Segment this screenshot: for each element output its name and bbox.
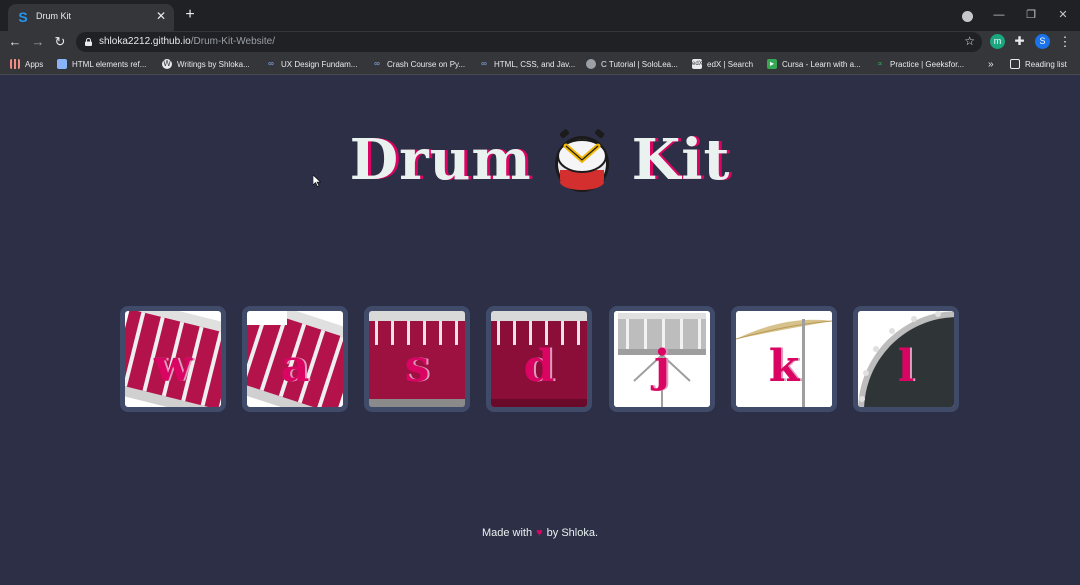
bookmark-html-css-js[interactable]: ∞ HTML, CSS, and Jav... xyxy=(479,58,575,70)
close-window-icon[interactable]: ✕ xyxy=(1055,7,1071,23)
bookmark-writings[interactable]: W Writings by Shloka... xyxy=(162,58,250,70)
minimize-icon[interactable]: — xyxy=(991,7,1007,23)
drum-button-d[interactable]: d xyxy=(486,306,592,412)
heart-icon: ♥ xyxy=(536,527,543,539)
tab-title: Drum Kit xyxy=(36,11,72,21)
bookmark-c-tutorial[interactable]: C Tutorial | SoloLea... xyxy=(586,58,678,70)
profile-avatar[interactable]: S xyxy=(1035,34,1050,49)
more-bookmarks-icon[interactable]: » xyxy=(988,58,994,70)
drum-set: w a s d j k l xyxy=(120,306,960,412)
forward-icon[interactable]: → xyxy=(30,34,46,50)
page-title: Drum Kit xyxy=(0,120,1080,200)
drum-key-a: a xyxy=(280,341,310,392)
edx-icon: edX xyxy=(692,59,703,69)
url-text: shloka2212.github.io/Drum-Kit-Website/ xyxy=(99,36,276,47)
footer-text-before: Made with xyxy=(481,527,533,539)
new-tab-button[interactable]: + xyxy=(182,7,198,23)
gfg-icon: ∝ xyxy=(877,59,883,68)
drum-key-k: k xyxy=(768,341,800,392)
tab-strip: S Drum Kit ✕ + — ❐ ✕ xyxy=(0,0,1080,31)
bookmark-favicon-icon xyxy=(57,59,67,69)
bookmark-edx[interactable]: edX edX | Search xyxy=(692,58,753,70)
mouse-cursor-icon xyxy=(313,175,321,187)
drum-key-l: l xyxy=(897,341,915,392)
drum-button-l[interactable]: l xyxy=(853,306,959,412)
drum-button-j[interactable]: j xyxy=(609,306,715,412)
bookmark-apps[interactable]: Apps xyxy=(10,58,43,70)
drum-key-d: d xyxy=(523,341,555,392)
drum-button-s[interactable]: s xyxy=(364,306,470,412)
lock-icon xyxy=(85,38,92,46)
bookmark-cursa[interactable]: ▸ Cursa - Learn with a... xyxy=(767,58,861,70)
restore-icon[interactable]: ❐ xyxy=(1023,7,1039,23)
bookmark-ux-design[interactable]: ∞ UX Design Fundam... xyxy=(266,58,357,70)
footer: Made with ♥ by Shloka. xyxy=(0,527,1080,539)
drum-button-k[interactable]: k xyxy=(731,306,837,412)
drum-emoji-icon xyxy=(554,129,609,192)
title-kit: Kit xyxy=(631,127,731,193)
back-icon[interactable]: ← xyxy=(7,34,23,50)
cursa-icon: ▸ xyxy=(767,59,777,69)
apps-grid-icon xyxy=(10,59,20,69)
title-drum: Drum xyxy=(349,127,532,193)
menu-dots-icon[interactable]: ⋮ xyxy=(1057,34,1073,50)
bookmark-crash-course[interactable]: ∞ Crash Course on Py... xyxy=(372,58,465,70)
browser-toolbar: ← → ↻ shloka2212.github.io/Drum-Kit-Webs… xyxy=(0,31,1080,53)
close-tab-icon[interactable]: ✕ xyxy=(154,9,168,23)
bookmark-geeksforgeeks[interactable]: ∝ Practice | Geeksfor... xyxy=(875,58,964,70)
favicon-icon: S xyxy=(18,9,28,25)
bookmark-star-icon[interactable]: ☆ xyxy=(964,34,975,48)
drum-key-s: s xyxy=(404,341,430,392)
bookmark-html-elements[interactable]: HTML elements ref... xyxy=(57,58,146,70)
drum-key-j: j xyxy=(654,341,670,392)
reading-list-icon xyxy=(1010,59,1020,69)
coursera-icon: ∞ xyxy=(481,59,487,68)
coursera-icon: ∞ xyxy=(268,59,274,68)
extensions-puzzle-icon[interactable]: ✚ xyxy=(1012,34,1027,49)
reading-list-button[interactable]: Reading list xyxy=(1010,58,1067,70)
coursera-icon: ∞ xyxy=(374,59,380,68)
extension-m-icon[interactable]: m xyxy=(990,34,1005,49)
sololearn-icon xyxy=(586,59,596,69)
drum-button-a[interactable]: a xyxy=(242,306,348,412)
tab-drum-kit[interactable]: S Drum Kit ✕ xyxy=(8,4,174,31)
bookmarks-bar: Apps HTML elements ref... W Writings by S… xyxy=(0,53,1080,75)
wordpress-icon: W xyxy=(162,59,172,69)
reload-icon[interactable]: ↻ xyxy=(52,34,68,50)
drum-button-w[interactable]: w xyxy=(120,306,226,412)
footer-text-after: by Shloka. xyxy=(546,527,599,539)
tab-search-icon[interactable] xyxy=(962,11,973,22)
page-body: Drum Kit w a s d j k l Made with ♥ by Sh… xyxy=(0,75,1080,585)
address-bar[interactable]: shloka2212.github.io/Drum-Kit-Website/ ☆ xyxy=(76,32,982,52)
drum-key-w: w xyxy=(154,341,192,392)
